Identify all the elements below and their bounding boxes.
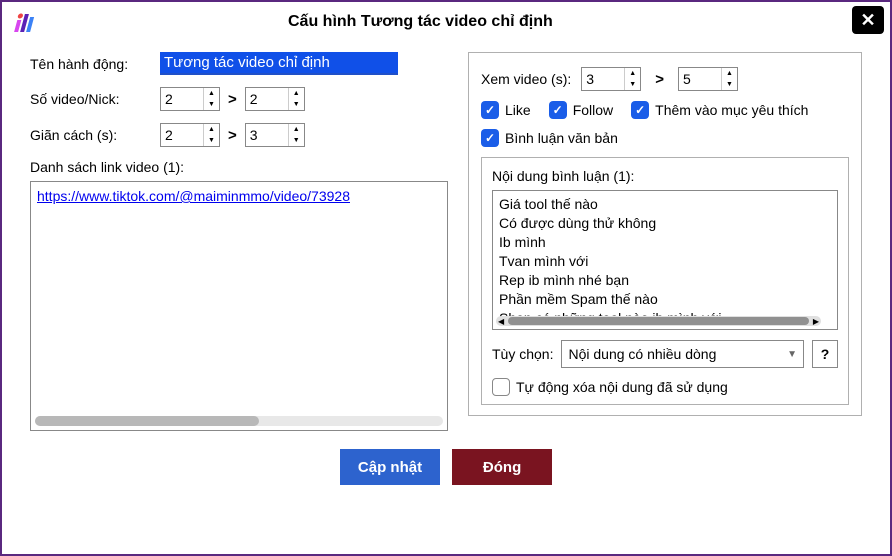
help-button[interactable]: ? bbox=[812, 340, 838, 368]
delay-to-stepper[interactable]: 3 ▲▼ bbox=[245, 123, 305, 147]
range-separator: > bbox=[228, 91, 237, 108]
scroll-right-icon[interactable]: ▶ bbox=[811, 317, 821, 326]
comment-item: Giá tool thế nào bbox=[499, 195, 831, 214]
follow-checkbox[interactable]: ✓Follow bbox=[549, 101, 613, 119]
horizontal-scrollbar[interactable] bbox=[35, 416, 443, 426]
interaction-group: Xem video (s): 3 ▲▼ > 5 ▲▼ ✓Like ✓Follow… bbox=[468, 52, 862, 416]
action-name-input[interactable] bbox=[160, 52, 398, 75]
comment-item: Tvan mình với bbox=[499, 252, 831, 271]
chevron-down-icon[interactable]: ▼ bbox=[722, 79, 737, 90]
comment-list[interactable]: Giá tool thế nào Có được dùng thử không … bbox=[492, 190, 838, 330]
check-icon: ✓ bbox=[631, 101, 649, 119]
option-select[interactable]: Nội dung có nhiều dòng ▼ bbox=[561, 340, 804, 368]
videos-per-nick-label: Số video/Nick: bbox=[30, 91, 160, 107]
chevron-up-icon[interactable]: ▲ bbox=[722, 68, 737, 79]
comment-item: Phần mềm Spam thế nào bbox=[499, 290, 831, 309]
scroll-left-icon[interactable]: ◀ bbox=[496, 317, 506, 326]
watch-time-label: Xem video (s): bbox=[481, 71, 571, 87]
horizontal-scrollbar[interactable]: ◀▶ bbox=[496, 316, 821, 326]
watch-from-stepper[interactable]: 3 ▲▼ bbox=[581, 67, 641, 91]
video-link-list-label: Danh sách link video (1): bbox=[30, 159, 448, 175]
check-icon: ✓ bbox=[481, 129, 499, 147]
auto-delete-checkbox[interactable]: ✓Tự động xóa nội dung đã sử dụng bbox=[492, 378, 728, 396]
video-link-textarea[interactable]: https://www.tiktok.com/@maiminmmo/video/… bbox=[30, 181, 448, 431]
comment-item: Ib mình bbox=[499, 233, 831, 252]
delay-label: Giãn cách (s): bbox=[30, 127, 160, 143]
range-separator: > bbox=[228, 127, 237, 144]
comment-checkbox[interactable]: ✓Bình luận văn bản bbox=[481, 129, 618, 147]
range-separator: > bbox=[655, 71, 664, 88]
favorite-checkbox[interactable]: ✓Thêm vào mục yêu thích bbox=[631, 101, 808, 119]
chevron-down-icon[interactable]: ▼ bbox=[204, 135, 219, 146]
chevron-down-icon[interactable]: ▼ bbox=[289, 135, 304, 146]
checkbox-empty-icon: ✓ bbox=[492, 378, 510, 396]
comment-content-label: Nội dung bình luận (1): bbox=[492, 168, 838, 184]
dialog-window: Cấu hình Tương tác video chỉ định ✕ Tên … bbox=[0, 0, 892, 556]
videos-from-stepper[interactable]: 2 ▲▼ bbox=[160, 87, 220, 111]
chevron-down-icon[interactable]: ▼ bbox=[289, 99, 304, 110]
check-icon: ✓ bbox=[481, 101, 499, 119]
close-icon: ✕ bbox=[860, 10, 875, 31]
comment-item: Rep ib mình nhé bạn bbox=[499, 271, 831, 290]
delay-from-stepper[interactable]: 2 ▲▼ bbox=[160, 123, 220, 147]
videos-to-stepper[interactable]: 2 ▲▼ bbox=[245, 87, 305, 111]
check-icon: ✓ bbox=[549, 101, 567, 119]
video-link-item[interactable]: https://www.tiktok.com/@maiminmmo/video/… bbox=[37, 188, 350, 204]
option-label: Tùy chọn: bbox=[492, 346, 553, 362]
chevron-up-icon[interactable]: ▲ bbox=[625, 68, 640, 79]
action-name-label: Tên hành động: bbox=[30, 56, 160, 72]
chevron-up-icon[interactable]: ▲ bbox=[289, 88, 304, 99]
update-button[interactable]: Cập nhật bbox=[340, 449, 440, 485]
chevron-up-icon[interactable]: ▲ bbox=[289, 124, 304, 135]
comment-group: Nội dung bình luận (1): Giá tool thế nào… bbox=[481, 157, 849, 405]
watch-to-stepper[interactable]: 5 ▲▼ bbox=[678, 67, 738, 91]
close-dialog-button[interactable]: Đóng bbox=[452, 449, 552, 485]
close-button[interactable]: ✕ bbox=[852, 6, 884, 34]
chevron-down-icon[interactable]: ▼ bbox=[625, 79, 640, 90]
dialog-title: Cấu hình Tương tác video chỉ định bbox=[288, 13, 553, 31]
chevron-up-icon[interactable]: ▲ bbox=[204, 124, 219, 135]
like-checkbox[interactable]: ✓Like bbox=[481, 101, 531, 119]
chevron-down-icon[interactable]: ▼ bbox=[204, 99, 219, 110]
comment-item: Có được dùng thử không bbox=[499, 214, 831, 233]
chevron-down-icon: ▼ bbox=[787, 349, 797, 360]
chevron-up-icon[interactable]: ▲ bbox=[204, 88, 219, 99]
app-logo-icon bbox=[14, 10, 38, 34]
dialog-header: Cấu hình Tương tác video chỉ định ✕ bbox=[2, 2, 890, 42]
